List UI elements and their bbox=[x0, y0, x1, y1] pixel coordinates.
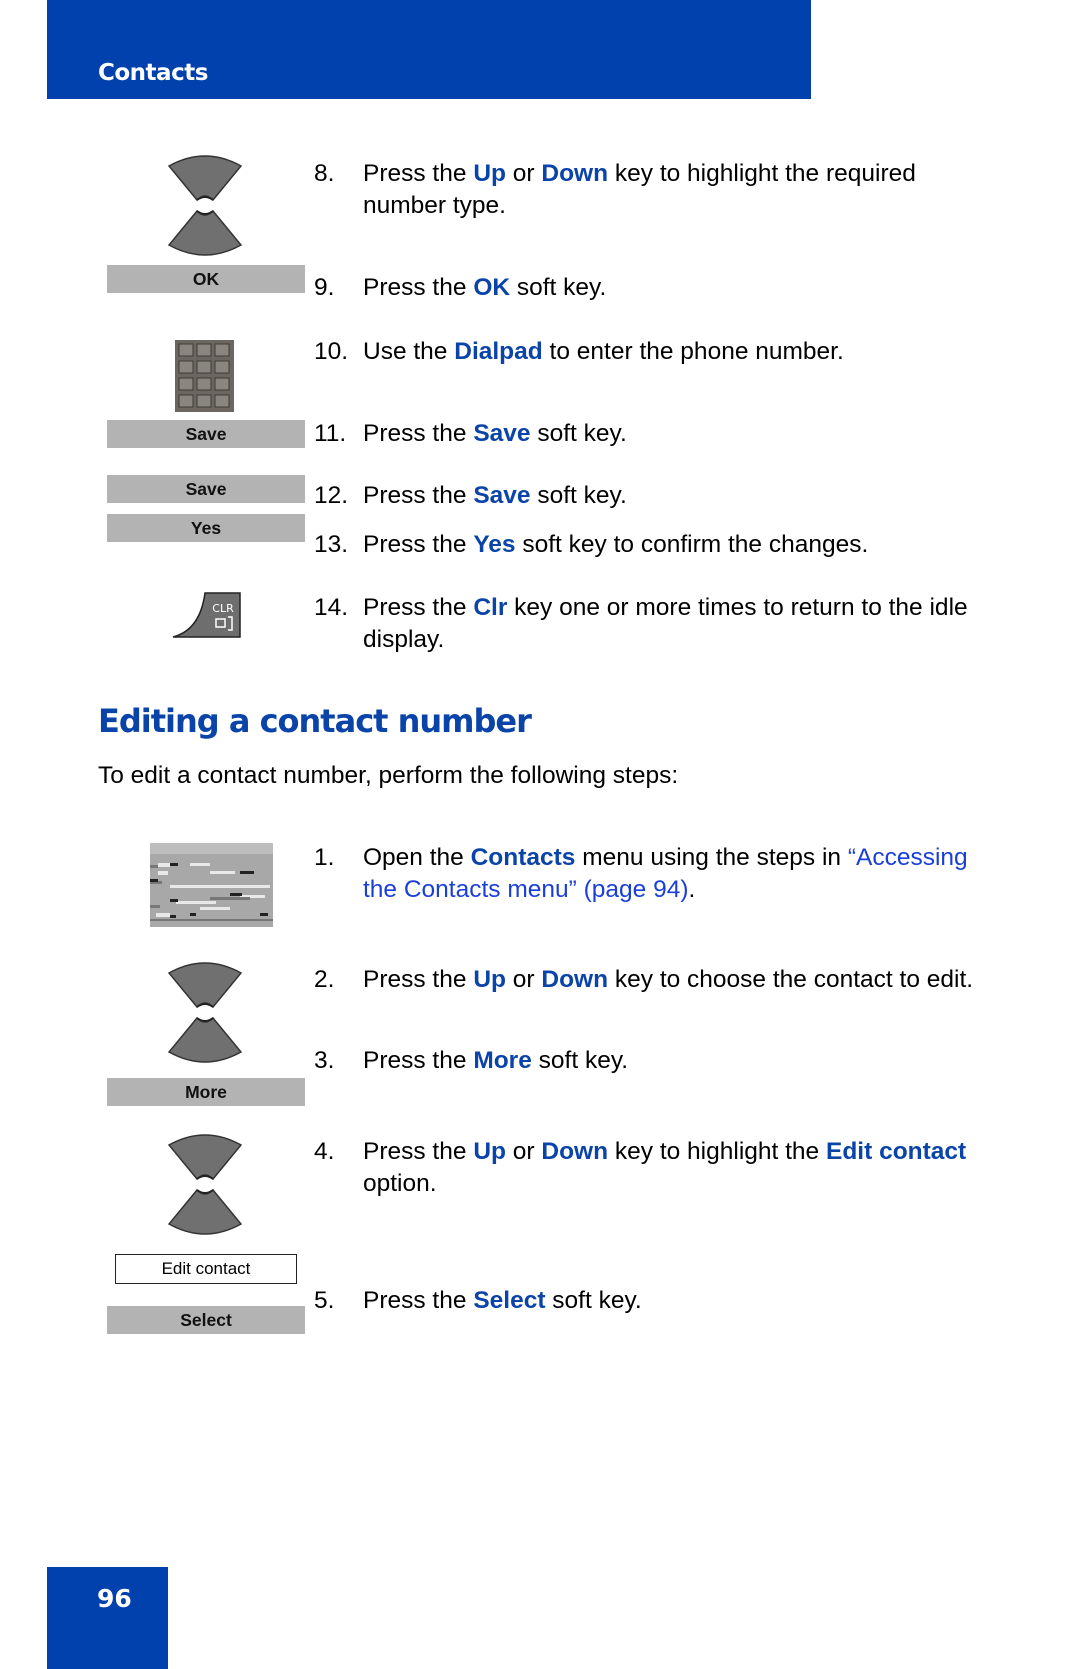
clr-label: CLR bbox=[212, 602, 234, 615]
up-key-icon bbox=[167, 1134, 243, 1181]
step-text: Press the bbox=[363, 1138, 474, 1165]
keyword: Up bbox=[473, 1138, 506, 1165]
down-key-icon bbox=[167, 1188, 243, 1235]
step-text: soft key. bbox=[530, 482, 627, 509]
up-key-icon bbox=[167, 962, 243, 1009]
up-key-icon bbox=[167, 155, 243, 202]
keyword: Clr bbox=[473, 594, 508, 621]
step-text: Press the bbox=[363, 1287, 474, 1314]
step-text: soft key. bbox=[510, 274, 607, 301]
chapter-title: Contacts bbox=[98, 60, 208, 86]
step-text: Press the bbox=[363, 531, 474, 558]
more-softkey: More bbox=[107, 1078, 305, 1106]
down-key-icon bbox=[167, 209, 243, 256]
step-text: or bbox=[505, 160, 542, 187]
step-text: key to choose the contact to edit. bbox=[608, 966, 974, 993]
step-text: soft key. bbox=[531, 1047, 629, 1074]
keyword: Up bbox=[473, 160, 506, 187]
keyword: Save bbox=[473, 420, 531, 447]
keyword: Down bbox=[541, 160, 609, 187]
step-12: 12. Press the Save soft key. bbox=[314, 482, 627, 509]
edit-step-4: 4. Press the Up or Down key to highlight … bbox=[314, 1138, 967, 1197]
keyword: Yes bbox=[473, 531, 516, 558]
step-text: to enter the phone number. bbox=[542, 338, 844, 365]
save-softkey: Save bbox=[107, 420, 305, 448]
step-text: soft key. bbox=[545, 1287, 642, 1314]
edit-step-1: 1. Open the Contacts menu using the steps… bbox=[314, 844, 968, 903]
keyword: Edit contact bbox=[826, 1138, 967, 1165]
yes-softkey: Yes bbox=[107, 514, 305, 542]
step-9: 9. Press the OK soft key. bbox=[314, 274, 607, 301]
edit-step-5: 5. Press the Select soft key. bbox=[314, 1287, 642, 1314]
edit-contact-menu-option: Edit contact bbox=[115, 1254, 297, 1284]
step-text: Press the bbox=[363, 160, 474, 187]
page-number-box bbox=[47, 1567, 168, 1669]
ok-softkey: OK bbox=[107, 265, 305, 293]
step-text: soft key to confirm the changes. bbox=[515, 531, 869, 558]
step-8: 8. Press the Up or Down key to highlight … bbox=[314, 160, 916, 219]
step-text: Press the bbox=[363, 966, 474, 993]
step-text: Press the bbox=[363, 482, 474, 509]
keyword: Save bbox=[473, 482, 531, 509]
down-key-icon bbox=[167, 1016, 243, 1063]
step-10: 10. Use the Dialpad to enter the phone nu… bbox=[314, 338, 844, 365]
step-text: Open the bbox=[363, 844, 471, 871]
keyword: OK bbox=[473, 274, 511, 301]
step-text: menu using the steps in bbox=[575, 844, 848, 871]
step-text: or bbox=[505, 966, 542, 993]
keyword: Contacts bbox=[470, 844, 576, 871]
dialpad-icon bbox=[175, 340, 234, 412]
save-softkey: Save bbox=[107, 475, 305, 503]
edit-step-3: 3. Press the More soft key. bbox=[314, 1047, 629, 1074]
section-intro: To edit a contact number, perform the fo… bbox=[98, 762, 679, 789]
keyword: Up bbox=[473, 966, 506, 993]
keyword: Down bbox=[541, 966, 609, 993]
keyword: Select bbox=[473, 1287, 546, 1314]
step-11: 11. Press the Save soft key. bbox=[314, 420, 627, 447]
keyword: More bbox=[473, 1047, 532, 1074]
step-14: 14. Press the Clr key one or more times t… bbox=[314, 594, 968, 653]
step-13: 13. Press the Yes soft key to confirm the… bbox=[314, 531, 869, 558]
step-text: soft key. bbox=[530, 420, 627, 447]
step-text: key to highlight the bbox=[608, 1138, 826, 1165]
up-down-navigation-keys-icon bbox=[167, 155, 243, 256]
step-text: Use the bbox=[363, 338, 455, 365]
up-down-navigation-keys-icon bbox=[167, 962, 243, 1063]
clr-key-icon: CLR bbox=[172, 592, 241, 638]
section-heading: Editing a contact number bbox=[98, 702, 532, 740]
step-text: Press the bbox=[363, 1047, 474, 1074]
page-number: 96 bbox=[97, 1584, 132, 1613]
select-softkey: Select bbox=[107, 1306, 305, 1334]
step-text: option. bbox=[363, 1170, 437, 1197]
up-down-navigation-keys-icon bbox=[167, 1134, 243, 1235]
step-text: Press the bbox=[363, 274, 474, 301]
step-text: . bbox=[688, 876, 696, 903]
step-text: or bbox=[505, 1138, 542, 1165]
edit-step-2: 2. Press the Up or Down key to choose the… bbox=[314, 966, 974, 993]
keyword: Dialpad bbox=[454, 338, 543, 365]
keyword: Down bbox=[541, 1138, 609, 1165]
step-text: Press the bbox=[363, 594, 474, 621]
step-text: Press the bbox=[363, 420, 474, 447]
contacts-screen-thumbnail bbox=[150, 843, 273, 927]
